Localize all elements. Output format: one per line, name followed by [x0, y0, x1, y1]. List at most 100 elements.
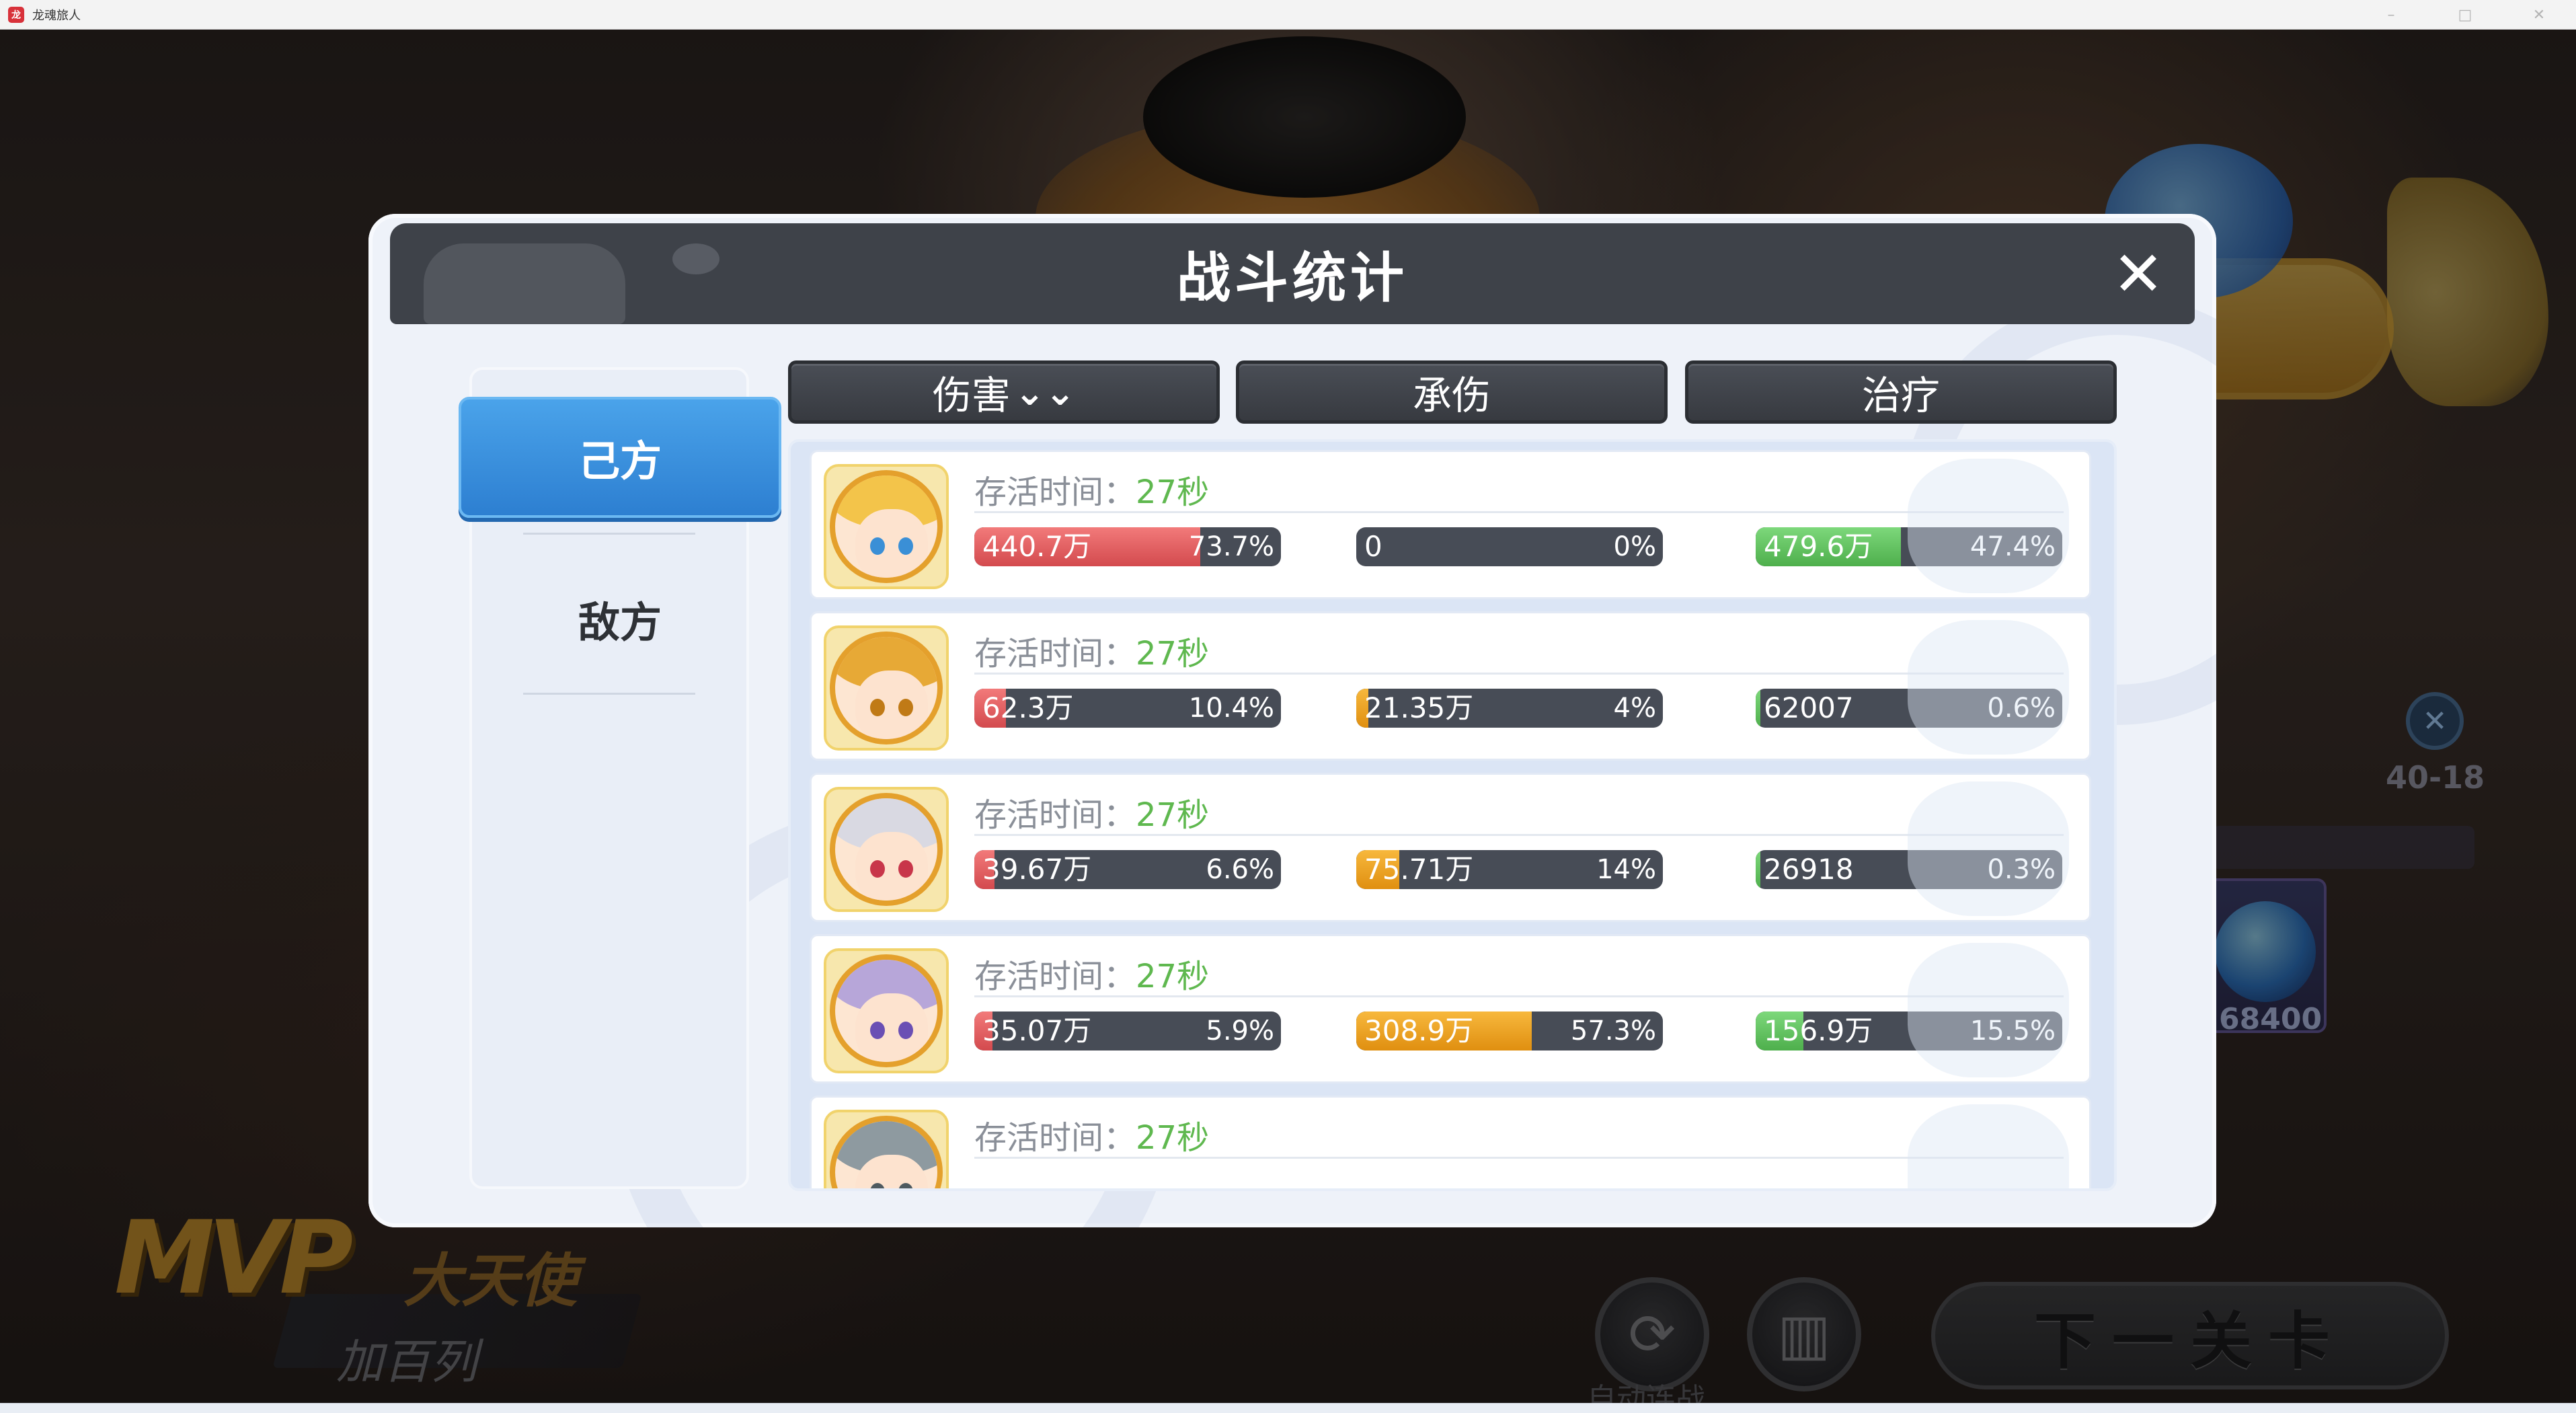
avatar-face: [855, 671, 928, 739]
avatar-face: [855, 832, 928, 901]
healing-percent: 15.5%: [1969, 1016, 2056, 1046]
healing-bar: 479.6万 47.4%: [1756, 527, 2062, 566]
damage-percent: 6.6%: [1206, 854, 1274, 885]
avatar-face: [855, 993, 928, 1062]
battle-stats-modal: 战斗统计 ✕ 己方 敌方 伤害 ⌄⌄ 承伤 治疗 存活时间：27秒 440.7万 7…: [368, 214, 2216, 1227]
minimize-icon[interactable]: –: [2354, 0, 2428, 30]
damage-taken-amount: 308.9万: [1364, 1014, 1474, 1047]
side-divider: [523, 693, 695, 695]
tab-damage-label: 伤害: [932, 373, 1011, 418]
avatar-ring: [830, 1116, 943, 1188]
avatar-eye: [898, 1022, 913, 1039]
survival-value: 27秒: [1136, 635, 1210, 673]
tab-damage-taken[interactable]: 承伤: [1236, 360, 1668, 424]
row-divider: [974, 511, 2064, 513]
avatar-eye: [870, 699, 885, 716]
blonde-hero-avatar[interactable]: [824, 464, 949, 589]
window-titlebar: 龙 龙魂旅人 – □ ✕: [0, 0, 2576, 30]
healing-percent: 0.6%: [1987, 693, 2056, 724]
avatar-eye: [870, 860, 885, 878]
hero-stat-row: 存活时间：27秒 440.7万 73.7% 0 0% 479.6万 47.4%: [810, 450, 2091, 599]
damage-bar: 35.07万 5.9%: [974, 1011, 1281, 1051]
hero-stats-list[interactable]: 存活时间：27秒 440.7万 73.7% 0 0% 479.6万 47.4% 存活时间：27…: [788, 439, 2117, 1191]
avatar-ring: [830, 793, 943, 906]
damage-taken-amount: 21.35万: [1364, 691, 1474, 724]
avatar-eye: [870, 1022, 885, 1039]
tab-ally[interactable]: 己方: [459, 397, 781, 518]
damage-taken-bar: 75.71万 14%: [1356, 850, 1663, 889]
close-button[interactable]: ✕: [2106, 242, 2171, 307]
damage-taken-bar: 0 0%: [1356, 527, 1663, 566]
avatar-eye: [870, 537, 885, 555]
damage-percent: 73.7%: [1188, 531, 1274, 562]
avatar-ring: [830, 470, 943, 583]
damage-taken-bar: 308.9万 57.3%: [1356, 1011, 1663, 1051]
healing-bar: 62007 0.6%: [1756, 689, 2062, 728]
healing-bar: 156.9万 15.5%: [1756, 1011, 2062, 1051]
tab-enemy[interactable]: 敌方: [459, 558, 781, 679]
hero-stat-row: 存活时间：27秒 62.3万 10.4% 21.35万 4% 62007 0.6%: [810, 611, 2091, 761]
row-divider: [974, 1157, 2064, 1159]
window-controls: – □ ✕: [2354, 0, 2576, 30]
robot-avatar[interactable]: [824, 1110, 949, 1188]
modal-header: 战斗统计 ✕: [390, 223, 2195, 324]
survival-time: 存活时间：27秒: [974, 465, 1209, 512]
healing-fill: [1756, 689, 1761, 728]
tab-healing-label: 治疗: [1861, 373, 1940, 418]
healing-amount: 26918: [1764, 853, 1854, 886]
damage-amount: 39.67万: [982, 853, 1092, 886]
silver-hair-avatar[interactable]: [824, 787, 949, 912]
healing-amount: 156.9万: [1764, 1014, 1873, 1047]
survival-time: 存活时间：27秒: [974, 1111, 1209, 1158]
damage-bar: 62.3万 10.4%: [974, 689, 1281, 728]
damage-bar: 440.7万 73.7%: [974, 527, 1281, 566]
damage-amount: 35.07万: [982, 1014, 1092, 1047]
damage-taken-percent: 14%: [1596, 854, 1656, 885]
sort-chevron-icon: ⌄⌄: [1014, 371, 1076, 414]
golden-hair-avatar[interactable]: [824, 625, 949, 751]
hero-stat-row: 存活时间：27秒: [810, 1096, 2091, 1188]
survival-value: 27秒: [1136, 796, 1210, 834]
damage-taken-percent: 57.3%: [1570, 1016, 1656, 1046]
damage-taken-amount: 0: [1364, 530, 1382, 563]
damage-taken-bar: 21.35万 4%: [1356, 689, 1663, 728]
tab-healing[interactable]: 治疗: [1685, 360, 2117, 424]
side-divider: [523, 533, 695, 535]
damage-taken-percent: 0%: [1613, 531, 1656, 562]
app-icon: 龙: [8, 6, 24, 23]
avatar-face: [855, 509, 928, 578]
survival-time: 存活时间：27秒: [974, 627, 1209, 674]
row-divider: [974, 834, 2064, 836]
survival-label: 存活时间：: [974, 473, 1136, 511]
damage-amount: 62.3万: [982, 691, 1074, 724]
damage-taken-percent: 4%: [1613, 693, 1656, 724]
survival-value: 27秒: [1136, 1119, 1210, 1157]
healing-amount: 62007: [1764, 691, 1854, 724]
tab-damage[interactable]: 伤害 ⌄⌄: [788, 360, 1220, 424]
healing-fill: [1756, 850, 1761, 889]
healing-bar: 26918 0.3%: [1756, 850, 2062, 889]
side-selector: 己方 敌方: [459, 367, 781, 1189]
survival-label: 存活时间：: [974, 796, 1136, 834]
knight-helmet-avatar[interactable]: [824, 948, 949, 1073]
damage-taken-amount: 75.71万: [1364, 853, 1474, 886]
survival-value: 27秒: [1136, 473, 1210, 511]
survival-value: 27秒: [1136, 958, 1210, 995]
row-divider: [974, 995, 2064, 997]
maximize-icon[interactable]: □: [2428, 0, 2502, 30]
avatar-ring: [830, 954, 943, 1067]
survival-time: 存活时间：27秒: [974, 788, 1209, 835]
bubble-decoration-icon: [672, 243, 719, 274]
window-close-icon[interactable]: ✕: [2502, 0, 2576, 30]
survival-label: 存活时间：: [974, 1119, 1136, 1157]
survival-label: 存活时间：: [974, 958, 1136, 995]
window-title: 龙魂旅人: [32, 8, 81, 23]
avatar-eye: [898, 699, 913, 716]
avatar-eye: [898, 537, 913, 555]
damage-bar: 39.67万 6.6%: [974, 850, 1281, 889]
os-taskbar: [0, 1403, 2576, 1413]
survival-label: 存活时间：: [974, 635, 1136, 673]
avatar-ring: [830, 632, 943, 744]
modal-title: 战斗统计: [1177, 247, 1408, 309]
hero-stat-row: 存活时间：27秒 39.67万 6.6% 75.71万 14% 26918 0.3%: [810, 773, 2091, 922]
